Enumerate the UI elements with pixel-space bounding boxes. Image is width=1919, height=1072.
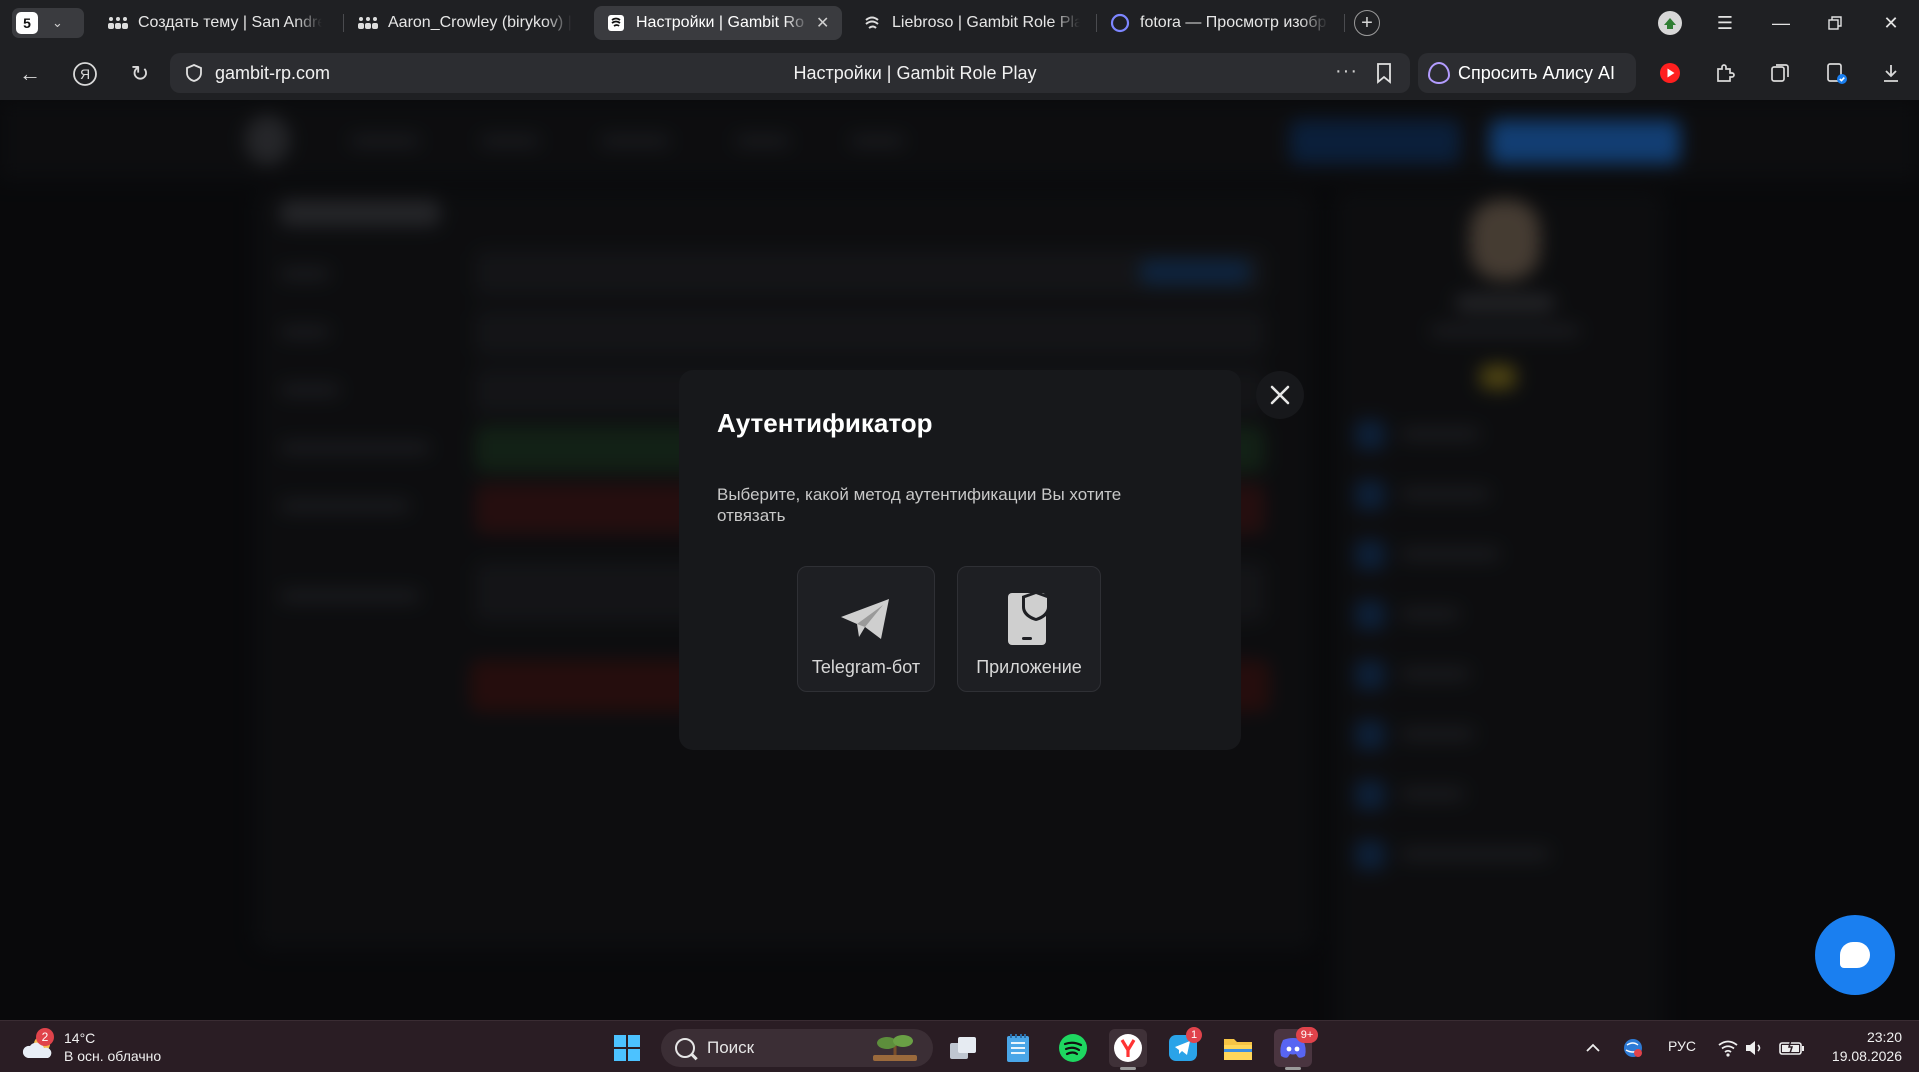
tab-count: 5 xyxy=(16,12,38,34)
volume-icon[interactable] xyxy=(1740,1029,1770,1067)
method-label: Приложение xyxy=(976,657,1082,677)
youtube-extension-icon[interactable] xyxy=(1656,59,1684,87)
extensions-puzzle-icon[interactable] xyxy=(1711,59,1739,87)
tab-separator xyxy=(1096,14,1097,32)
telegram-icon xyxy=(839,591,893,647)
task-view-icon[interactable] xyxy=(944,1029,982,1067)
reload-icon[interactable]: ↻ xyxy=(126,60,154,88)
telegram-bot-option[interactable]: Telegram-бот xyxy=(797,566,935,692)
menu-icon[interactable]: ☰ xyxy=(1710,10,1740,36)
tab-separator xyxy=(1344,14,1345,32)
svg-text:Я: Я xyxy=(80,66,90,82)
tab-label: Liebroso | Gambit Role Pla xyxy=(892,14,1080,31)
chevron-down-icon: ⌄ xyxy=(52,15,63,30)
notepad-icon[interactable] xyxy=(999,1029,1037,1067)
back-arrow-icon[interactable]: ← xyxy=(16,60,44,88)
close-window-icon[interactable]: ✕ xyxy=(1876,10,1906,36)
tab-label: Настройки | Gambit Ro xyxy=(636,14,804,31)
tab-separator xyxy=(343,14,344,32)
tab-counter-button[interactable]: 5 ⌄ xyxy=(12,8,84,38)
bookmark-icon[interactable] xyxy=(1374,62,1394,84)
more-options-icon[interactable]: ··· xyxy=(1335,60,1358,83)
app-option[interactable]: Приложение xyxy=(957,566,1101,692)
weather-description: В осн. облачно xyxy=(64,1048,162,1064)
gambit-favicon-icon xyxy=(862,13,882,33)
windows-taskbar: 2 14°C В осн. облачно Поиск 1 9+ РУС 23:… xyxy=(0,1020,1919,1072)
restore-icon[interactable] xyxy=(1820,10,1850,36)
taskbar-search[interactable]: Поиск xyxy=(661,1029,933,1067)
file-explorer-icon[interactable] xyxy=(1219,1029,1257,1067)
tab-label: Создать тему | San Andre xyxy=(138,14,322,31)
gambit-favicon-icon xyxy=(606,13,626,33)
search-icon xyxy=(675,1038,695,1058)
profile-avatar-icon[interactable] xyxy=(1655,10,1685,36)
show-hidden-icons-chevron-icon[interactable] xyxy=(1578,1029,1608,1067)
browser-tab-bar: 5 ⌄ Создать тему | San Andre Aaron_Crowl… xyxy=(0,0,1919,46)
close-modal-button[interactable] xyxy=(1256,371,1304,419)
forum-favicon-icon xyxy=(108,13,128,33)
method-label: Telegram-бот xyxy=(811,657,921,677)
clock-date[interactable]: 19.08.2026 xyxy=(1826,1048,1902,1064)
tab-liebroso[interactable]: Liebroso | Gambit Role Pla xyxy=(850,6,1090,40)
wifi-icon[interactable] xyxy=(1713,1029,1743,1067)
modal-description: Выберите, какой метод аутентификации Вы … xyxy=(717,485,1122,525)
close-icon xyxy=(1270,385,1290,405)
tab-settings-gambit[interactable]: Настройки | Gambit Ro ✕ xyxy=(594,6,842,40)
windows-start-icon[interactable] xyxy=(608,1029,646,1067)
telegram-badge: 1 xyxy=(1186,1027,1202,1043)
tab-fotora[interactable]: fotora — Просмотр изобр xyxy=(1098,6,1338,40)
ask-alice-button[interactable]: Спросить Алису AI xyxy=(1418,53,1636,93)
clock-time[interactable]: 23:20 xyxy=(1842,1029,1902,1045)
active-app-indicator xyxy=(1120,1067,1136,1070)
ask-alice-label: Спросить Алису AI xyxy=(1458,62,1616,83)
bonsai-decoration-icon xyxy=(873,1035,917,1061)
weather-widget[interactable]: 2 14°C В осн. облачно xyxy=(22,1028,162,1065)
url-field[interactable]: gambit-rp.com Настройки | Gambit Role Pl… xyxy=(170,53,1410,93)
chat-bubble-icon xyxy=(1840,942,1870,968)
tab-label: Aaron_Crowley (birykov) | xyxy=(388,14,572,31)
cloud-sun-icon: 2 xyxy=(22,1028,56,1064)
download-manager-icon[interactable] xyxy=(1822,59,1850,87)
tab-label: fotora — Просмотр изобр xyxy=(1140,14,1327,31)
weather-badge: 2 xyxy=(36,1028,54,1046)
authenticator-modal: Аутентификатор Выберите, какой метод аут… xyxy=(679,370,1241,750)
new-tab-button[interactable]: + xyxy=(1354,10,1380,36)
tab-create-topic[interactable]: Создать тему | San Andre xyxy=(96,6,332,40)
tab-aaron-crowley[interactable]: Aaron_Crowley (birykov) | xyxy=(346,6,582,40)
phone-shield-icon xyxy=(1006,591,1052,647)
search-placeholder: Поиск xyxy=(707,1038,755,1057)
modal-title: Аутентификатор xyxy=(717,408,933,438)
yandex-browser-icon[interactable] xyxy=(1109,1029,1147,1067)
minimize-icon[interactable]: — xyxy=(1766,10,1796,36)
close-tab-icon[interactable]: ✕ xyxy=(816,13,832,33)
spotify-icon[interactable] xyxy=(1054,1029,1092,1067)
battery-icon[interactable] xyxy=(1776,1029,1808,1067)
input-language[interactable]: РУС xyxy=(1668,1038,1696,1054)
page-title: Настройки | Gambit Role Play xyxy=(793,63,1037,83)
fotora-favicon-icon xyxy=(1110,13,1130,33)
weather-temperature: 14°C xyxy=(64,1030,96,1046)
downloads-icon[interactable] xyxy=(1877,59,1905,87)
forum-favicon-icon xyxy=(358,13,378,33)
chat-support-button[interactable] xyxy=(1815,915,1895,995)
collections-icon[interactable] xyxy=(1766,59,1794,87)
discord-badge: 9+ xyxy=(1296,1027,1318,1043)
address-bar-row: ← Я ↻ gambit-rp.com Настройки | Gambit R… xyxy=(0,46,1919,100)
network-globe-icon[interactable] xyxy=(1618,1029,1648,1067)
yandex-home-icon[interactable]: Я xyxy=(71,60,99,88)
alice-icon xyxy=(1428,62,1450,84)
active-app-indicator xyxy=(1285,1067,1301,1070)
